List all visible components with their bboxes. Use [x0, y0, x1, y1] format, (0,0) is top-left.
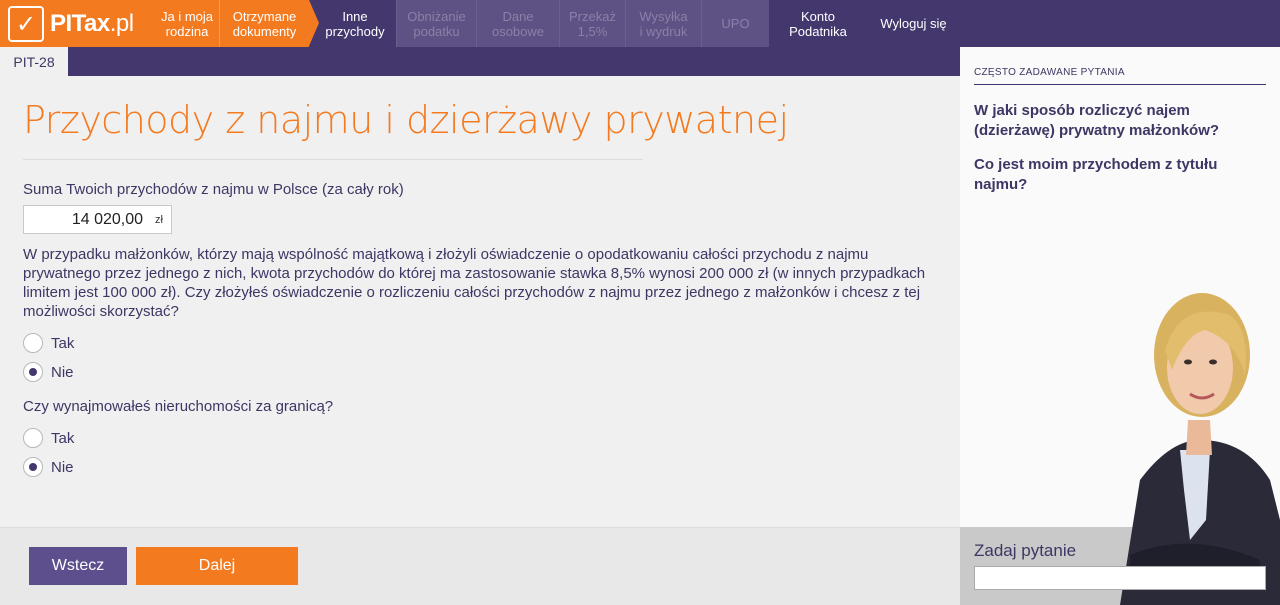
income-amount-value: 14 020,00 [71, 210, 144, 228]
nav-step-upo: UPO [701, 0, 769, 47]
ask-question-input[interactable] [974, 566, 1266, 590]
spouse-no-label: Nie [51, 363, 74, 381]
ask-question-label: Zadaj pytanie [974, 541, 1077, 560]
nav-arrow-icon [309, 0, 319, 46]
nav-step-other-income[interactable]: Inne przychody [319, 0, 391, 47]
nav-step-tax-reduction: Obniżanie podatku [396, 0, 476, 47]
faq-heading: CZĘSTO ZADAWANE PYTANIA [974, 67, 1125, 78]
faq-divider [974, 84, 1266, 85]
spouse-no-option[interactable]: Nie [23, 362, 74, 382]
abroad-no-option[interactable]: Nie [23, 457, 74, 477]
abroad-no-radio[interactable] [23, 457, 43, 477]
nav-step-send-print: Wysyłka i wydruk [625, 0, 701, 47]
income-label: Suma Twoich przychodów z najmu w Polsce … [23, 181, 404, 198]
spouse-yes-option[interactable]: Tak [23, 333, 74, 353]
account-link[interactable]: Konto Podatnika [769, 0, 867, 47]
logo-text: PITax.pl [50, 9, 134, 37]
spouse-no-radio[interactable] [23, 362, 43, 382]
nav-step-personal-data: Dane osobowe [476, 0, 559, 47]
abroad-yes-label: Tak [51, 429, 75, 447]
nav-step-documents[interactable]: Otrzymane dokumenty [219, 0, 309, 47]
title-divider [23, 159, 643, 160]
abroad-yes-radio[interactable] [23, 428, 43, 448]
checkmark-logo-icon: ✓ [8, 5, 44, 42]
faq-question-link[interactable]: Co jest moim przychodem z tytułu najmu? [974, 155, 1264, 195]
spouse-question: W przypadku małżonków, którzy mają wspól… [23, 246, 926, 320]
abroad-no-label: Nie [51, 458, 74, 476]
back-button[interactable]: Wstecz [29, 547, 127, 585]
nav-step-donate: Przekaż 1,5% [559, 0, 625, 47]
page-title: Przychody z najmu i dzierżawy prywatnej [23, 98, 789, 142]
next-button[interactable]: Dalej [136, 547, 298, 585]
abroad-question: Czy wynajmowałeś nieruchomości za granic… [23, 398, 334, 415]
currency-unit: zł [155, 213, 163, 226]
form-tab-pit28[interactable]: PIT-28 [0, 47, 68, 76]
spouse-yes-label: Tak [51, 334, 75, 352]
form-tab-bar [0, 47, 960, 76]
abroad-yes-option[interactable]: Tak [23, 428, 74, 448]
faq-question-link[interactable]: W jaki sposób rozliczyć najem (dzierżawę… [974, 101, 1264, 141]
nav-step-family[interactable]: Ja i moja rodzina [155, 0, 219, 47]
logout-link[interactable]: Wyloguj się [867, 0, 960, 47]
spouse-yes-radio[interactable] [23, 333, 43, 353]
consultant-illustration [1120, 293, 1280, 605]
pitax-logo[interactable]: ✓ PITax.pl [0, 0, 155, 47]
income-amount-input[interactable]: 14 020,00 zł [23, 205, 172, 234]
